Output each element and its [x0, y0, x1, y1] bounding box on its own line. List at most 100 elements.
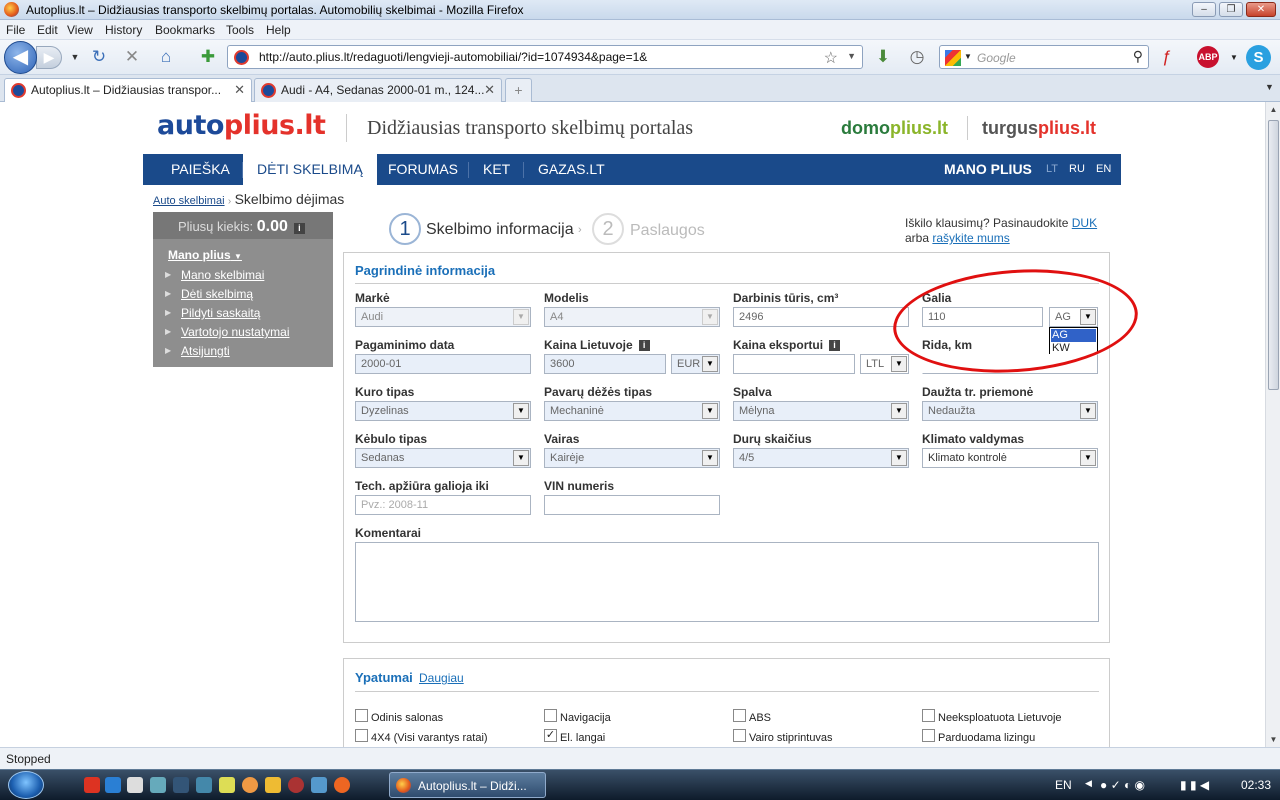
adblock-icon[interactable]: ABP [1197, 46, 1219, 68]
scrollbar[interactable]: ▲ ▼ [1265, 102, 1280, 747]
kebulo-select[interactable]: Sedanas ▼ [355, 448, 531, 468]
mano-plius-link[interactable]: Mano plius ▼ [168, 248, 242, 262]
eksport-input[interactable] [733, 354, 855, 374]
forward-button[interactable]: ▶ [36, 46, 62, 69]
breadcrumb-link[interactable]: Auto skelbimai [153, 195, 225, 207]
turgusplius-logo[interactable]: turgusplius.lt [982, 118, 1096, 139]
menu-help[interactable]: Help [266, 23, 291, 37]
bookmark-star-icon[interactable]: ☆ [824, 48, 838, 68]
checkbox-vairo-stiprintuvas[interactable] [733, 729, 746, 742]
search-engine-dropdown-icon[interactable]: ▼ [964, 52, 972, 61]
close-window-button[interactable]: ✕ [1246, 2, 1276, 17]
adblock-dropdown-icon[interactable]: ▼ [1230, 53, 1238, 62]
write-us-link[interactable]: rašykite mums [932, 231, 1009, 245]
sidebar-item-pildyti-saskaita[interactable]: Pildyti saskaitą [181, 306, 260, 320]
url-dropdown-icon[interactable]: ▼ [847, 51, 856, 61]
spalva-select[interactable]: Mėlyna ▼ [733, 401, 909, 421]
nav-mano-plius[interactable]: MANO PLIUS [930, 154, 1046, 185]
nav-gazas[interactable]: GAZAS.LT [524, 154, 619, 185]
menu-tools[interactable]: Tools [226, 23, 254, 37]
nav-paieska[interactable]: PAIEŠKA [157, 154, 244, 185]
sidebar-item-vartotojo-nustatymai[interactable]: Vartotojo nustatymai [181, 325, 290, 339]
minimize-button[interactable]: – [1192, 2, 1216, 17]
checkbox-neeksploatuota[interactable] [922, 709, 935, 722]
url-text[interactable]: http://auto.plius.lt/redaguoti/lengvieji… [259, 50, 647, 64]
tab-close-icon[interactable]: ✕ [484, 82, 495, 98]
scrollbar-thumb[interactable] [1268, 120, 1279, 390]
nav-forumas[interactable]: FORUMAS [374, 154, 472, 185]
checkbox-lizingu[interactable] [922, 729, 935, 742]
kaina-input[interactable]: 3600 [544, 354, 666, 374]
info-icon[interactable]: i [829, 340, 841, 351]
add-bookmark-icon[interactable]: ✚ [197, 46, 219, 68]
modelis-select[interactable]: A4 ▼ [544, 307, 720, 327]
klimato-select[interactable]: Klimato kontrolė ▼ [922, 448, 1098, 468]
lang-lt[interactable]: LT [1046, 154, 1058, 185]
checkbox-navigacija[interactable] [544, 709, 557, 722]
tray-icons-2[interactable]: ▮ ▮ ◀ [1180, 778, 1209, 792]
history-dropdown-icon[interactable]: ▼ [64, 46, 86, 68]
quicklaunch-calc-icon[interactable] [127, 777, 143, 793]
quicklaunch-search-icon[interactable] [150, 777, 166, 793]
maximize-button[interactable]: ❐ [1219, 2, 1243, 17]
scroll-down-icon[interactable]: ▼ [1266, 732, 1280, 747]
stop-icon[interactable]: ✕ [121, 46, 143, 68]
reload-icon[interactable]: ↻ [88, 46, 110, 68]
quicklaunch-app-icon[interactable] [311, 777, 327, 793]
kaina-currency-select[interactable]: EUR ▼ [671, 354, 720, 374]
quicklaunch-chrome-icon[interactable] [242, 777, 258, 793]
features-more-link[interactable]: Daugiau [419, 671, 464, 685]
quicklaunch-app-icon[interactable] [219, 777, 235, 793]
language-indicator[interactable]: EN [1055, 778, 1072, 792]
url-bar[interactable]: http://auto.plius.lt/redaguoti/lengvieji… [227, 45, 863, 69]
checkbox-4x4[interactable] [355, 729, 368, 742]
search-box[interactable]: ▼ Google ⚲ [939, 45, 1149, 69]
flash-icon[interactable]: ƒ [1156, 46, 1178, 68]
tab-close-icon[interactable]: ✕ [234, 82, 245, 98]
autoplius-logo[interactable]: autoplius.lt [157, 110, 326, 141]
menu-file[interactable]: File [6, 23, 25, 37]
tab-autoplius[interactable]: Autoplius.lt – Didžiausias transpor... ✕ [4, 78, 252, 103]
lang-ru[interactable]: RU [1069, 154, 1085, 185]
google-icon[interactable] [945, 50, 961, 66]
tech-input[interactable]: Pvz.: 2008-11 [355, 495, 531, 515]
tab-audi[interactable]: Audi - A4, Sedanas 2000-01 m., 124... ✕ [254, 78, 502, 102]
skype-icon[interactable]: S [1246, 45, 1271, 70]
sidebar-item-atsijungti[interactable]: Atsijungti [181, 344, 230, 358]
pavaru-select[interactable]: Mechaninė ▼ [544, 401, 720, 421]
checkbox-el-langai[interactable]: ✓ [544, 729, 557, 742]
tray-icons[interactable]: ● ✓ ◐ ◉ [1100, 778, 1145, 792]
komentarai-textarea[interactable] [355, 542, 1099, 622]
quicklaunch-acrobat-icon[interactable] [84, 777, 100, 793]
menu-history[interactable]: History [105, 23, 142, 37]
nav-deti-skelbima[interactable]: DĖTI SKELBIMĄ [243, 154, 377, 185]
search-icon[interactable]: ⚲ [1133, 48, 1143, 65]
info-icon[interactable]: i [638, 340, 650, 351]
kuras-select[interactable]: Dyzelinas ▼ [355, 401, 531, 421]
pagaminimo-data-input[interactable]: 2000-01 [355, 354, 531, 374]
quicklaunch-desktop-icon[interactable] [173, 777, 189, 793]
turis-input[interactable]: 2496 [733, 307, 909, 327]
back-button[interactable]: ◀ [4, 41, 37, 74]
scroll-up-icon[interactable]: ▲ [1266, 102, 1280, 117]
download-icon[interactable]: ⬇ [872, 46, 894, 68]
clock[interactable]: 02:33 [1241, 778, 1271, 792]
quicklaunch-media-icon[interactable] [265, 777, 281, 793]
clock-icon[interactable]: ◷ [906, 46, 928, 68]
menu-bookmarks[interactable]: Bookmarks [155, 23, 215, 37]
new-tab-button[interactable]: + [505, 78, 532, 102]
tray-expand-icon[interactable]: ◀ [1085, 778, 1092, 789]
info-icon[interactable]: i [293, 223, 305, 234]
nav-ket[interactable]: KET [469, 154, 524, 185]
lang-en[interactable]: EN [1096, 154, 1111, 185]
duru-select[interactable]: 4/5 ▼ [733, 448, 909, 468]
quicklaunch-firefox-icon[interactable] [334, 777, 350, 793]
marke-select[interactable]: Audi ▼ [355, 307, 531, 327]
checkbox-abs[interactable] [733, 709, 746, 722]
vairas-select[interactable]: Kairėje ▼ [544, 448, 720, 468]
checkbox-odinis-salonas[interactable] [355, 709, 368, 722]
vin-input[interactable] [544, 495, 720, 515]
quicklaunch-ie-icon[interactable] [105, 777, 121, 793]
menu-view[interactable]: View [67, 23, 93, 37]
tab-list-icon[interactable]: ▼ [1265, 82, 1274, 92]
